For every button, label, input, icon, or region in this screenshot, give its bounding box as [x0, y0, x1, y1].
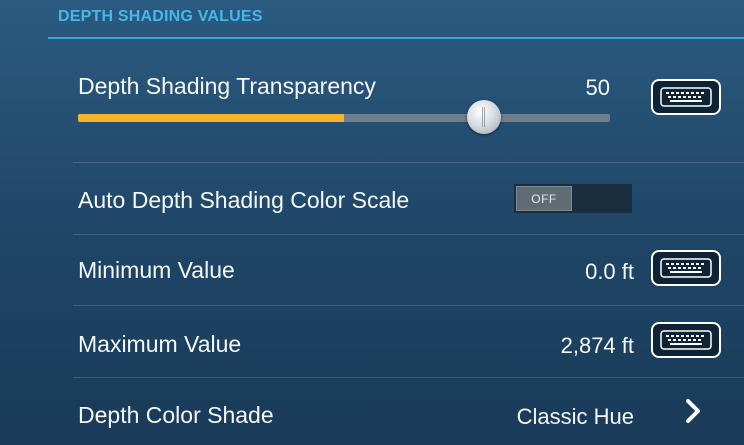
transparency-keyboard-button[interactable] [651, 79, 721, 115]
row-divider [73, 377, 744, 378]
maximum-keyboard-button[interactable] [651, 322, 721, 358]
minimum-keyboard-button[interactable] [651, 250, 721, 286]
minimum-value-value: 0.0 ft [585, 259, 634, 284]
maximum-value-label: Maximum Value [78, 331, 242, 357]
auto-scale-label: Auto Depth Shading Color Scale [78, 187, 410, 213]
row-divider [73, 305, 744, 306]
maximum-value-value: 2,874 ft [560, 333, 634, 358]
row-divider [73, 162, 744, 163]
transparency-slider-track[interactable] [78, 114, 610, 122]
minimum-value-label: Minimum Value [78, 257, 235, 283]
transparency-slider-thumb[interactable] [467, 100, 501, 134]
color-shade-label: Depth Color Shade [78, 402, 274, 428]
section-header: DEPTH SHADING VALUES [0, 0, 744, 40]
color-shade-value: Classic Hue [516, 404, 634, 429]
toggle-state-label: OFF [516, 186, 572, 211]
header-divider [48, 37, 744, 39]
chevron-right-icon[interactable] [683, 398, 703, 424]
keyboard-icon [660, 330, 712, 350]
row-divider [73, 234, 744, 235]
transparency-slider-fill [78, 114, 344, 122]
transparency-label: Depth Shading Transparency [78, 73, 376, 99]
section-title: DEPTH SHADING VALUES [58, 8, 263, 25]
auto-scale-toggle[interactable]: OFF [514, 184, 632, 213]
keyboard-icon [660, 258, 712, 278]
transparency-value: 50 [585, 75, 610, 100]
keyboard-icon [660, 87, 712, 107]
